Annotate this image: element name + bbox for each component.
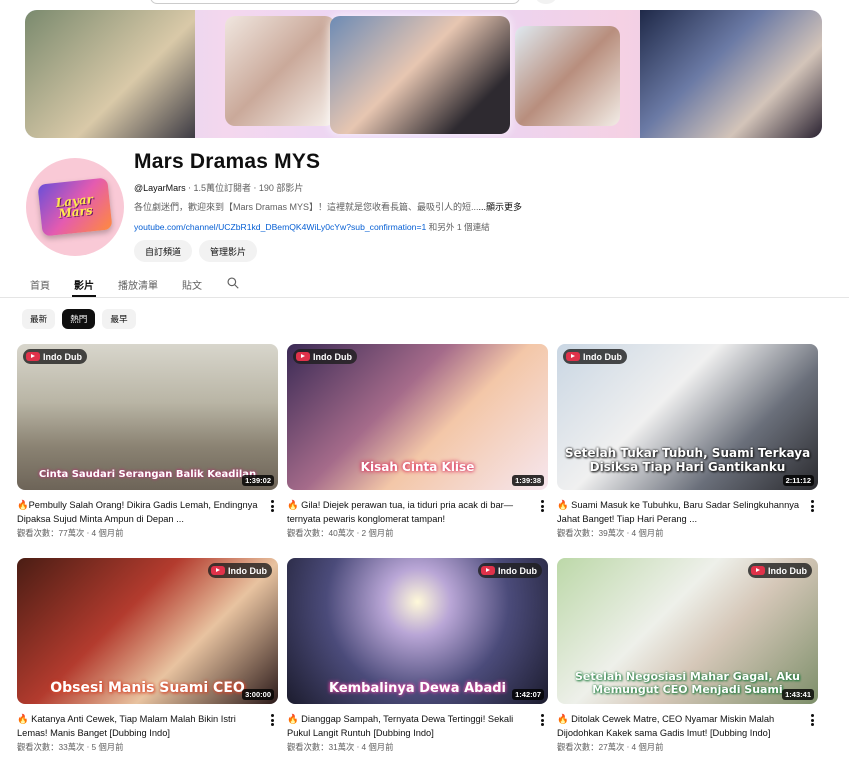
- indo-dub-badge: Indo Dub: [748, 563, 812, 578]
- video-title[interactable]: 🔥 Suami Masuk ke Tubuhku, Baru Sadar Sel…: [557, 498, 802, 526]
- logo-text: Layar Mars: [55, 192, 94, 221]
- channel-banner: [25, 10, 822, 138]
- channel-name: Mars Dramas MYS: [134, 150, 321, 173]
- channel-stats: ‧ 1.5萬位訂閱者 ‧ 190 部影片: [188, 183, 304, 193]
- video-duration: 1:39:02: [242, 475, 274, 486]
- tab-playlists[interactable]: 播放清單: [118, 277, 158, 297]
- play-badge-icon: [481, 566, 495, 575]
- more-vert-icon[interactable]: [270, 714, 274, 726]
- video-card[interactable]: Indo Dub Kisah Cinta Klise 1:39:38 🔥 Gil…: [287, 344, 548, 554]
- thumbnail-overlay-title: Kembalinya Dewa Abadi: [328, 681, 507, 696]
- more-links-text[interactable]: 和另外 1 個連結: [426, 222, 490, 232]
- more-vert-icon[interactable]: [810, 714, 814, 726]
- video-meta: 觀看次數：27萬次 ‧ 4 個月前: [557, 742, 664, 752]
- video-title[interactable]: 🔥 Ditolak Cewek Matre, CEO Nyamar Miskin…: [557, 712, 802, 740]
- channel-links: youtube.com/channel/UCZbR1kd_DBemQK4WiLy…: [134, 221, 490, 233]
- badge-label: Indo Dub: [498, 565, 537, 576]
- video-card[interactable]: Indo Dub Kembalinya Dewa Abadi 1:42:07 🔥…: [287, 558, 548, 766]
- show-more-link[interactable]: ...顯示更多: [479, 202, 523, 212]
- video-duration: 1:43:41: [782, 689, 814, 700]
- video-card[interactable]: Indo Dub Cinta Saudari Serangan Balik Ke…: [17, 344, 278, 554]
- channel-link-url[interactable]: youtube.com/channel/UCZbR1kd_DBemQK4WiLy…: [134, 222, 426, 232]
- badge-label: Indo Dub: [43, 351, 82, 362]
- video-duration: 1:42:07: [512, 689, 544, 700]
- video-meta: 觀看次數：39萬次 ‧ 4 個月前: [557, 528, 664, 538]
- more-vert-icon[interactable]: [270, 500, 274, 512]
- chip-popular[interactable]: 熱門: [62, 309, 96, 329]
- video-meta: 觀看次數：77萬次 ‧ 4 個月前: [17, 528, 124, 538]
- channel-handle: @LayarMars: [134, 183, 186, 193]
- search-icon: [227, 277, 239, 289]
- video-title[interactable]: 🔥 Gila! Diejek perawan tua, ia tiduri pr…: [287, 498, 532, 526]
- thumbnail-overlay-title: Setelah Negosiasi Mahar Gagal, Aku Memun…: [574, 670, 800, 696]
- video-grid: Indo Dub Cinta Saudari Serangan Balik Ke…: [17, 344, 819, 766]
- description-text: 各位劇迷們，歡迎來到【Mars Dramas MYS】！這裡就是您收看長篇、最吸…: [134, 202, 479, 212]
- badge-label: Indo Dub: [768, 565, 807, 576]
- channel-actions: 自訂頻道 管理影片: [134, 240, 258, 262]
- video-duration: 1:39:38: [512, 475, 544, 486]
- play-badge-icon: [751, 566, 765, 575]
- badge-label: Indo Dub: [583, 351, 622, 362]
- indo-dub-badge: Indo Dub: [293, 349, 357, 364]
- play-badge-icon: [566, 352, 580, 361]
- tab-search[interactable]: [226, 277, 240, 297]
- video-duration: 2:11:12: [782, 475, 814, 486]
- banner-image: [640, 10, 822, 138]
- thumbnail-overlay-title: Kisah Cinta Klise: [360, 460, 475, 474]
- chip-latest[interactable]: 最新: [22, 309, 56, 329]
- thumbnail-overlay-title: Cinta Saudari Serangan Balik Keadilan: [38, 469, 257, 480]
- voice-search-button-edge[interactable]: [536, 0, 556, 4]
- tab-posts[interactable]: 貼文: [182, 277, 202, 297]
- thumbnail-overlay-title: Setelah Tukar Tubuh, Suami Terkaya Disik…: [564, 446, 811, 474]
- badge-label: Indo Dub: [313, 351, 352, 362]
- video-thumbnail[interactable]: Indo Dub Setelah Negosiasi Mahar Gagal, …: [557, 558, 818, 704]
- video-title[interactable]: 🔥 Dianggap Sampah, Ternyata Dewa Terting…: [287, 712, 532, 740]
- video-title[interactable]: 🔥 Katanya Anti Cewek, Tiap Malam Malah B…: [17, 712, 262, 740]
- play-badge-icon: [26, 352, 40, 361]
- channel-tabs: 首頁 影片 播放清單 貼文: [30, 277, 240, 297]
- tab-videos[interactable]: 影片: [72, 277, 96, 297]
- tab-home[interactable]: 首頁: [30, 277, 50, 297]
- video-card[interactable]: Indo Dub Setelah Tukar Tubuh, Suami Terk…: [557, 344, 818, 554]
- video-meta: 觀看次數：40萬次 ‧ 2 個月前: [287, 528, 394, 538]
- more-vert-icon[interactable]: [540, 714, 544, 726]
- banner-image: [25, 10, 195, 138]
- badge-label: Indo Dub: [228, 565, 267, 576]
- channel-logo: Layar Mars: [37, 177, 113, 237]
- more-vert-icon[interactable]: [540, 500, 544, 512]
- video-thumbnail[interactable]: Indo Dub Cinta Saudari Serangan Balik Ke…: [17, 344, 278, 490]
- indo-dub-badge: Indo Dub: [208, 563, 272, 578]
- sort-chips: 最新 熱門 最早: [22, 309, 136, 329]
- play-badge-icon: [211, 566, 225, 575]
- video-duration: 3:00:00: [242, 689, 274, 700]
- banner-image: [330, 16, 510, 134]
- customize-channel-button[interactable]: 自訂頻道: [134, 240, 193, 262]
- chip-oldest[interactable]: 最早: [102, 309, 136, 329]
- banner-image: [515, 26, 620, 126]
- video-meta: 觀看次數：31萬次 ‧ 4 個月前: [287, 742, 394, 752]
- video-card[interactable]: Indo Dub Setelah Negosiasi Mahar Gagal, …: [557, 558, 818, 766]
- indo-dub-badge: Indo Dub: [563, 349, 627, 364]
- video-title[interactable]: 🔥Pembully Salah Orang! Dikira Gadis Lema…: [17, 498, 262, 526]
- search-bar-edge[interactable]: [150, 0, 520, 4]
- channel-description[interactable]: 各位劇迷們，歡迎來到【Mars Dramas MYS】！這裡就是您收看長篇、最吸…: [134, 200, 522, 213]
- play-badge-icon: [296, 352, 310, 361]
- banner-image: [225, 16, 335, 126]
- channel-meta: @LayarMars ‧ 1.5萬位訂閱者 ‧ 190 部影片: [134, 181, 303, 194]
- indo-dub-badge: Indo Dub: [23, 349, 87, 364]
- manage-videos-button[interactable]: 管理影片: [199, 240, 258, 262]
- tabs-divider: [0, 297, 849, 298]
- video-thumbnail[interactable]: Indo Dub Setelah Tukar Tubuh, Suami Terk…: [557, 344, 818, 490]
- thumbnail-overlay-title: Obsesi Manis Suami CEO: [50, 680, 245, 696]
- channel-avatar[interactable]: Layar Mars: [26, 158, 124, 256]
- video-thumbnail[interactable]: Indo Dub Kisah Cinta Klise 1:39:38: [287, 344, 548, 490]
- video-meta: 觀看次數：33萬次 ‧ 5 個月前: [17, 742, 124, 752]
- more-vert-icon[interactable]: [810, 500, 814, 512]
- indo-dub-badge: Indo Dub: [478, 563, 542, 578]
- video-thumbnail[interactable]: Indo Dub Kembalinya Dewa Abadi 1:42:07: [287, 558, 548, 704]
- video-card[interactable]: Indo Dub Obsesi Manis Suami CEO 3:00:00 …: [17, 558, 278, 766]
- video-thumbnail[interactable]: Indo Dub Obsesi Manis Suami CEO 3:00:00: [17, 558, 278, 704]
